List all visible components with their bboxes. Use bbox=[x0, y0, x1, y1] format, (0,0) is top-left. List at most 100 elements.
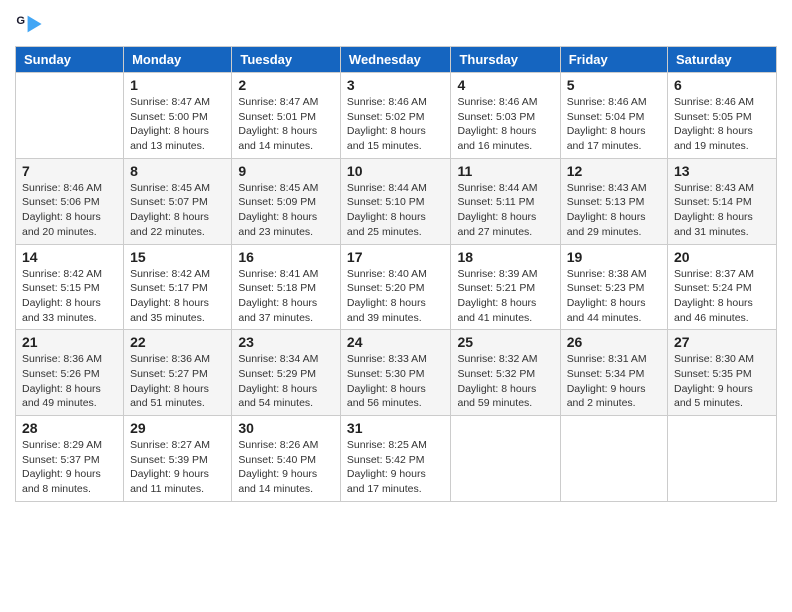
calendar-cell: 14 Sunrise: 8:42 AMSunset: 5:15 PMDayligh… bbox=[16, 244, 124, 330]
date-number: 14 bbox=[22, 249, 117, 265]
week-row-1: 1Sunrise: 8:47 AMSunset: 5:00 PMDaylight… bbox=[16, 73, 777, 159]
cell-info: Sunrise: 8:47 AMSunset: 5:00 PMDaylight:… bbox=[130, 95, 225, 154]
day-header-sunday: Sunday bbox=[16, 47, 124, 73]
cell-info: Sunrise: 8:36 AMSunset: 5:26 PMDaylight:… bbox=[22, 352, 117, 411]
calendar-cell bbox=[16, 73, 124, 159]
calendar-cell: 19Sunrise: 8:38 AMSunset: 5:23 PMDayligh… bbox=[560, 244, 667, 330]
cell-info: Sunrise: 8:36 AMSunset: 5:27 PMDaylight:… bbox=[130, 352, 225, 411]
calendar-cell: 10Sunrise: 8:44 AMSunset: 5:10 PMDayligh… bbox=[340, 158, 451, 244]
cell-info: Sunrise: 8:42 AMSunset: 5:15 PMDaylight:… bbox=[22, 267, 117, 326]
calendar-cell: 1Sunrise: 8:47 AMSunset: 5:00 PMDaylight… bbox=[124, 73, 232, 159]
cell-info: Sunrise: 8:43 AMSunset: 5:14 PMDaylight:… bbox=[674, 181, 770, 240]
date-number: 18 bbox=[457, 249, 553, 265]
cell-info: Sunrise: 8:46 AMSunset: 5:02 PMDaylight:… bbox=[347, 95, 445, 154]
date-number: 15 bbox=[130, 249, 225, 265]
cell-info: Sunrise: 8:27 AMSunset: 5:39 PMDaylight:… bbox=[130, 438, 225, 497]
cell-info: Sunrise: 8:43 AMSunset: 5:13 PMDaylight:… bbox=[567, 181, 661, 240]
calendar-cell: 9Sunrise: 8:45 AMSunset: 5:09 PMDaylight… bbox=[232, 158, 341, 244]
cell-info: Sunrise: 8:29 AMSunset: 5:37 PMDaylight:… bbox=[22, 438, 117, 497]
week-row-3: 14 Sunrise: 8:42 AMSunset: 5:15 PMDayligh… bbox=[16, 244, 777, 330]
calendar-cell: 3 Sunrise: 8:46 AMSunset: 5:02 PMDaylight… bbox=[340, 73, 451, 159]
date-number: 28 bbox=[22, 420, 117, 436]
week-row-5: 28 Sunrise: 8:29 AMSunset: 5:37 PMDayligh… bbox=[16, 416, 777, 502]
date-number: 4 bbox=[457, 77, 553, 93]
date-number: 26 bbox=[567, 334, 661, 350]
calendar-cell bbox=[560, 416, 667, 502]
cell-info: Sunrise: 8:46 AMSunset: 5:03 PMDaylight:… bbox=[457, 95, 553, 154]
calendar-cell: 22 Sunrise: 8:36 AMSunset: 5:27 PMDayligh… bbox=[124, 330, 232, 416]
day-header-saturday: Saturday bbox=[668, 47, 777, 73]
calendar-cell: 29 Sunrise: 8:27 AMSunset: 5:39 PMDayligh… bbox=[124, 416, 232, 502]
calendar-cell: 12 Sunrise: 8:43 AMSunset: 5:13 PMDayligh… bbox=[560, 158, 667, 244]
cell-info: Sunrise: 8:31 AMSunset: 5:34 PMDaylight:… bbox=[567, 352, 661, 411]
cell-info: Sunrise: 8:44 AMSunset: 5:11 PMDaylight:… bbox=[457, 181, 553, 240]
calendar-cell: 6 Sunrise: 8:46 AMSunset: 5:05 PMDaylight… bbox=[668, 73, 777, 159]
date-number: 24 bbox=[347, 334, 445, 350]
cell-info: Sunrise: 8:41 AMSunset: 5:18 PMDaylight:… bbox=[238, 267, 334, 326]
cell-info: Sunrise: 8:42 AMSunset: 5:17 PMDaylight:… bbox=[130, 267, 225, 326]
calendar-cell: 17 Sunrise: 8:40 AMSunset: 5:20 PMDayligh… bbox=[340, 244, 451, 330]
date-number: 20 bbox=[674, 249, 770, 265]
cell-info: Sunrise: 8:45 AMSunset: 5:09 PMDaylight:… bbox=[238, 181, 334, 240]
cell-info: Sunrise: 8:46 AMSunset: 5:05 PMDaylight:… bbox=[674, 95, 770, 154]
calendar-cell: 25 Sunrise: 8:32 AMSunset: 5:32 PMDayligh… bbox=[451, 330, 560, 416]
svg-text:G: G bbox=[16, 15, 25, 27]
date-number: 12 bbox=[567, 163, 661, 179]
date-number: 22 bbox=[130, 334, 225, 350]
calendar-cell: 15 Sunrise: 8:42 AMSunset: 5:17 PMDayligh… bbox=[124, 244, 232, 330]
date-number: 3 bbox=[347, 77, 445, 93]
date-number: 2 bbox=[238, 77, 334, 93]
calendar-cell: 8 Sunrise: 8:45 AMSunset: 5:07 PMDaylight… bbox=[124, 158, 232, 244]
calendar-cell: 27Sunrise: 8:30 AMSunset: 5:35 PMDayligh… bbox=[668, 330, 777, 416]
cell-info: Sunrise: 8:44 AMSunset: 5:10 PMDaylight:… bbox=[347, 181, 445, 240]
calendar-cell: 2Sunrise: 8:47 AMSunset: 5:01 PMDaylight… bbox=[232, 73, 341, 159]
date-number: 23 bbox=[238, 334, 334, 350]
day-header-tuesday: Tuesday bbox=[232, 47, 341, 73]
date-number: 5 bbox=[567, 77, 661, 93]
calendar-cell: 30 Sunrise: 8:26 AMSunset: 5:40 PMDayligh… bbox=[232, 416, 341, 502]
calendar-cell: 7Sunrise: 8:46 AMSunset: 5:06 PMDaylight… bbox=[16, 158, 124, 244]
cell-info: Sunrise: 8:26 AMSunset: 5:40 PMDaylight:… bbox=[238, 438, 334, 497]
cell-info: Sunrise: 8:32 AMSunset: 5:32 PMDaylight:… bbox=[457, 352, 553, 411]
calendar-cell: 18 Sunrise: 8:39 AMSunset: 5:21 PMDayligh… bbox=[451, 244, 560, 330]
date-number: 16 bbox=[238, 249, 334, 265]
date-number: 29 bbox=[130, 420, 225, 436]
calendar-table: SundayMondayTuesdayWednesdayThursdayFrid… bbox=[15, 46, 777, 502]
cell-info: Sunrise: 8:46 AMSunset: 5:06 PMDaylight:… bbox=[22, 181, 117, 240]
week-row-4: 21 Sunrise: 8:36 AMSunset: 5:26 PMDayligh… bbox=[16, 330, 777, 416]
calendar-cell bbox=[451, 416, 560, 502]
date-number: 6 bbox=[674, 77, 770, 93]
cell-info: Sunrise: 8:34 AMSunset: 5:29 PMDaylight:… bbox=[238, 352, 334, 411]
week-row-2: 7Sunrise: 8:46 AMSunset: 5:06 PMDaylight… bbox=[16, 158, 777, 244]
date-number: 11 bbox=[457, 163, 553, 179]
date-number: 30 bbox=[238, 420, 334, 436]
date-number: 31 bbox=[347, 420, 445, 436]
cell-info: Sunrise: 8:33 AMSunset: 5:30 PMDaylight:… bbox=[347, 352, 445, 411]
date-number: 27 bbox=[674, 334, 770, 350]
cell-info: Sunrise: 8:46 AMSunset: 5:04 PMDaylight:… bbox=[567, 95, 661, 154]
calendar-cell: 24 Sunrise: 8:33 AMSunset: 5:30 PMDayligh… bbox=[340, 330, 451, 416]
cell-info: Sunrise: 8:37 AMSunset: 5:24 PMDaylight:… bbox=[674, 267, 770, 326]
day-header-monday: Monday bbox=[124, 47, 232, 73]
date-number: 21 bbox=[22, 334, 117, 350]
header: G bbox=[15, 10, 777, 38]
cell-info: Sunrise: 8:38 AMSunset: 5:23 PMDaylight:… bbox=[567, 267, 661, 326]
date-number: 17 bbox=[347, 249, 445, 265]
cell-info: Sunrise: 8:40 AMSunset: 5:20 PMDaylight:… bbox=[347, 267, 445, 326]
calendar-cell: 4 Sunrise: 8:46 AMSunset: 5:03 PMDaylight… bbox=[451, 73, 560, 159]
logo-icon: G bbox=[15, 10, 43, 38]
calendar-cell: 26 Sunrise: 8:31 AMSunset: 5:34 PMDayligh… bbox=[560, 330, 667, 416]
day-header-wednesday: Wednesday bbox=[340, 47, 451, 73]
date-number: 25 bbox=[457, 334, 553, 350]
calendar-cell: 16 Sunrise: 8:41 AMSunset: 5:18 PMDayligh… bbox=[232, 244, 341, 330]
cell-info: Sunrise: 8:25 AMSunset: 5:42 PMDaylight:… bbox=[347, 438, 445, 497]
cell-info: Sunrise: 8:39 AMSunset: 5:21 PMDaylight:… bbox=[457, 267, 553, 326]
calendar-cell: 23 Sunrise: 8:34 AMSunset: 5:29 PMDayligh… bbox=[232, 330, 341, 416]
calendar-cell: 11 Sunrise: 8:44 AMSunset: 5:11 PMDayligh… bbox=[451, 158, 560, 244]
date-number: 8 bbox=[130, 163, 225, 179]
day-header-friday: Friday bbox=[560, 47, 667, 73]
cell-info: Sunrise: 8:45 AMSunset: 5:07 PMDaylight:… bbox=[130, 181, 225, 240]
calendar-cell: 28 Sunrise: 8:29 AMSunset: 5:37 PMDayligh… bbox=[16, 416, 124, 502]
calendar-cell: 21 Sunrise: 8:36 AMSunset: 5:26 PMDayligh… bbox=[16, 330, 124, 416]
logo: G bbox=[15, 10, 47, 38]
